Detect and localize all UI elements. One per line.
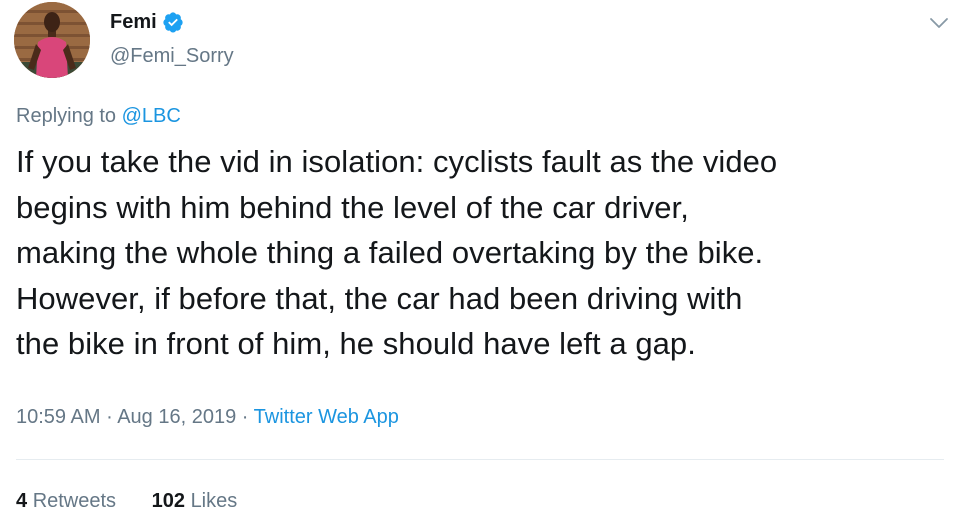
tweet-text-line: the bike in front of him, he should have… <box>16 326 696 361</box>
tweet-date[interactable]: Aug 16, 2019 <box>117 406 236 428</box>
tweet-text-line: If you take the vid in isolation: cyclis… <box>16 144 778 179</box>
tweet-metadata: 10:59 AM · Aug 16, 2019 · Twitter Web Ap… <box>16 403 399 431</box>
divider <box>16 459 944 460</box>
user-handle[interactable]: @Femi_Sorry <box>110 44 234 68</box>
likes-stat[interactable]: 102 Likes <box>152 490 238 512</box>
tweet-time[interactable]: 10:59 AM <box>16 406 101 428</box>
avatar[interactable] <box>14 2 90 78</box>
source-app-link[interactable]: Twitter Web App <box>254 406 399 428</box>
replying-to-label: Replying to <box>16 105 117 127</box>
reply-mention-link[interactable]: @LBC <box>122 105 181 127</box>
retweets-stat[interactable]: 4 Retweets <box>16 490 116 512</box>
author-name-row[interactable]: Femi <box>110 10 184 34</box>
retweets-count: 4 <box>16 490 28 512</box>
retweets-label: Retweets <box>32 490 117 512</box>
chevron-down-icon[interactable] <box>928 12 950 34</box>
likes-label: Likes <box>190 490 238 512</box>
display-name[interactable]: Femi <box>110 10 157 34</box>
meta-separator: · <box>241 406 249 428</box>
tweet-text-line: making the whole thing a failed overtaki… <box>16 235 764 270</box>
meta-separator: · <box>106 406 113 428</box>
tweet-text-line: However, if before that, the car had bee… <box>16 280 743 316</box>
likes-count: 102 <box>151 490 185 512</box>
avatar-image <box>14 2 90 78</box>
tweet-text: If you take the vid in isolation: cyclis… <box>16 139 951 367</box>
verified-badge-icon <box>162 11 184 33</box>
replying-to: Replying to @LBC <box>16 104 181 128</box>
tweet-text-line: begins with him behind the level of the … <box>16 189 689 225</box>
tweet-stats: 4 Retweets 102 Likes <box>16 487 267 515</box>
